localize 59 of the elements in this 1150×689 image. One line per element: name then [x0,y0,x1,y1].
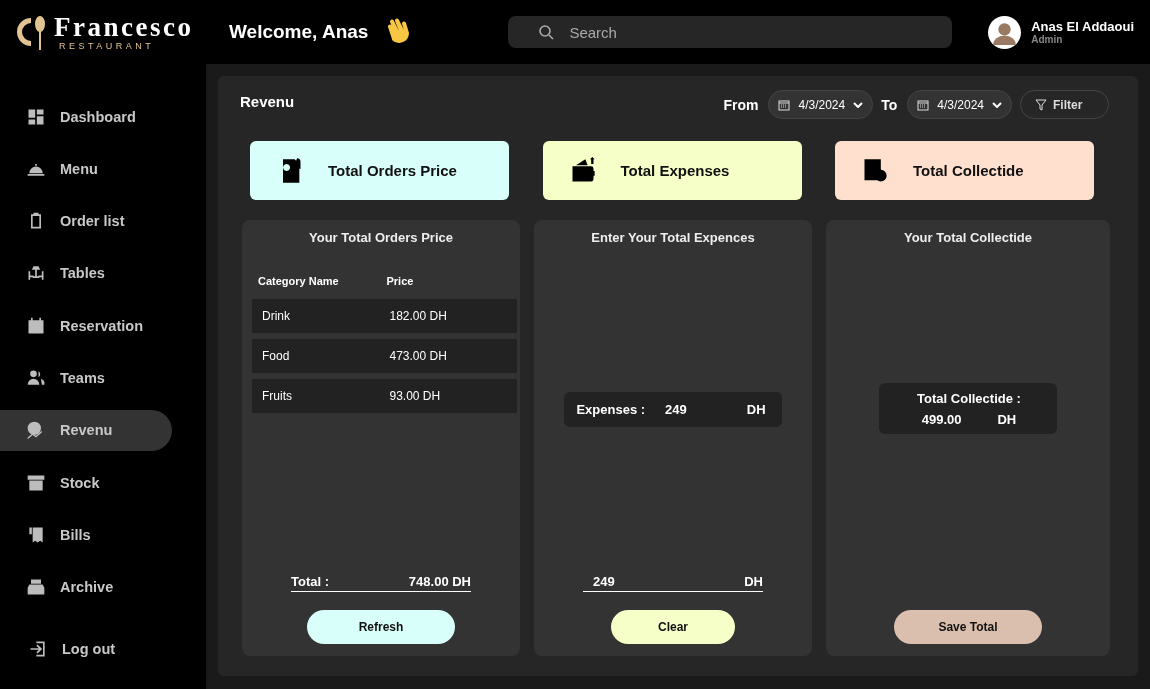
section-title: Your Total Collectide [903,230,1033,245]
chevron-down-icon [853,101,864,108]
section-title: Your Total Orders Price [309,230,453,245]
sidebar-item[interactable]: Teams [0,357,172,399]
sidebar-item[interactable]: Revenu [0,409,172,451]
page-title: Revenu [240,93,295,110]
calendar-icon [917,98,930,111]
table-cell-text: 93.00 DH [389,389,442,403]
card-label: Total Expenses [620,162,730,179]
table-cell-text: Drink [262,309,291,323]
brand-tagline: RESTAURANT [59,41,155,51]
summary-label: Total Collectide : [917,391,1021,406]
tray-icon [26,577,46,598]
welcome-heading: Welcome, Anas [229,21,369,43]
summary-unit: DH [997,412,1017,427]
sidebar-item[interactable]: Order list [0,200,172,242]
table-cell-text: 182.00 DH [389,309,448,323]
summary-unit: DH [746,402,766,417]
logout-icon [28,639,48,660]
search-icon [538,24,555,40]
chevron-down-icon [992,101,1002,108]
section-title: Enter Your Total Expences [591,230,755,245]
action-button[interactable]: Clear [611,610,735,644]
sidebar-item[interactable]: Archive [0,566,172,608]
sidebar-item[interactable]: Bills [0,514,172,556]
brand-name: Francesco [54,13,194,41]
summary-value: 249 [665,402,687,417]
search-field[interactable]: Search [508,16,953,48]
table-cell-text: Food [262,349,291,363]
sidebar-item[interactable]: Menu [0,148,172,190]
column-header: Price [386,275,415,287]
summary-label: Expenses : [576,402,646,417]
card-label: Total Orders Price [328,162,457,179]
total-value: 748.00 DH [408,574,471,589]
total-label: Total : [291,574,330,589]
from-label: From [723,96,759,113]
card-label: Total Collectide [913,162,1024,179]
sidebar-item[interactable]: Tables [0,252,172,294]
sidebar-item[interactable]: Stock [0,462,172,504]
column-header: Category Name [258,275,340,287]
logout-link[interactable]: Log out [0,628,172,670]
funnel-icon [1035,98,1047,111]
table-cell-text: 473.00 DH [389,349,448,363]
table-cell-text: Fruits [262,389,293,403]
date-picker[interactable]: 4/3/2024 [907,90,1012,119]
expenses-input-field[interactable]: 249 DH [583,574,763,592]
sidebar-item[interactable]: Dashboard [0,96,172,137]
people-icon [26,368,46,388]
user-role: Admin [1031,34,1064,45]
action-button[interactable]: Save Total [894,610,1042,644]
to-label: To [881,96,898,113]
action-button[interactable]: Refresh [307,610,455,644]
summary-value: 499.00 [921,412,962,427]
calendar-icon [778,98,791,111]
date-picker[interactable]: 4/3/2024 [768,90,874,119]
calendar-icon [26,315,46,336]
avatar-icon [988,15,1022,49]
user-name: Anas El Addaoui [1031,19,1134,34]
sidebar-item[interactable]: Reservation [0,305,172,347]
